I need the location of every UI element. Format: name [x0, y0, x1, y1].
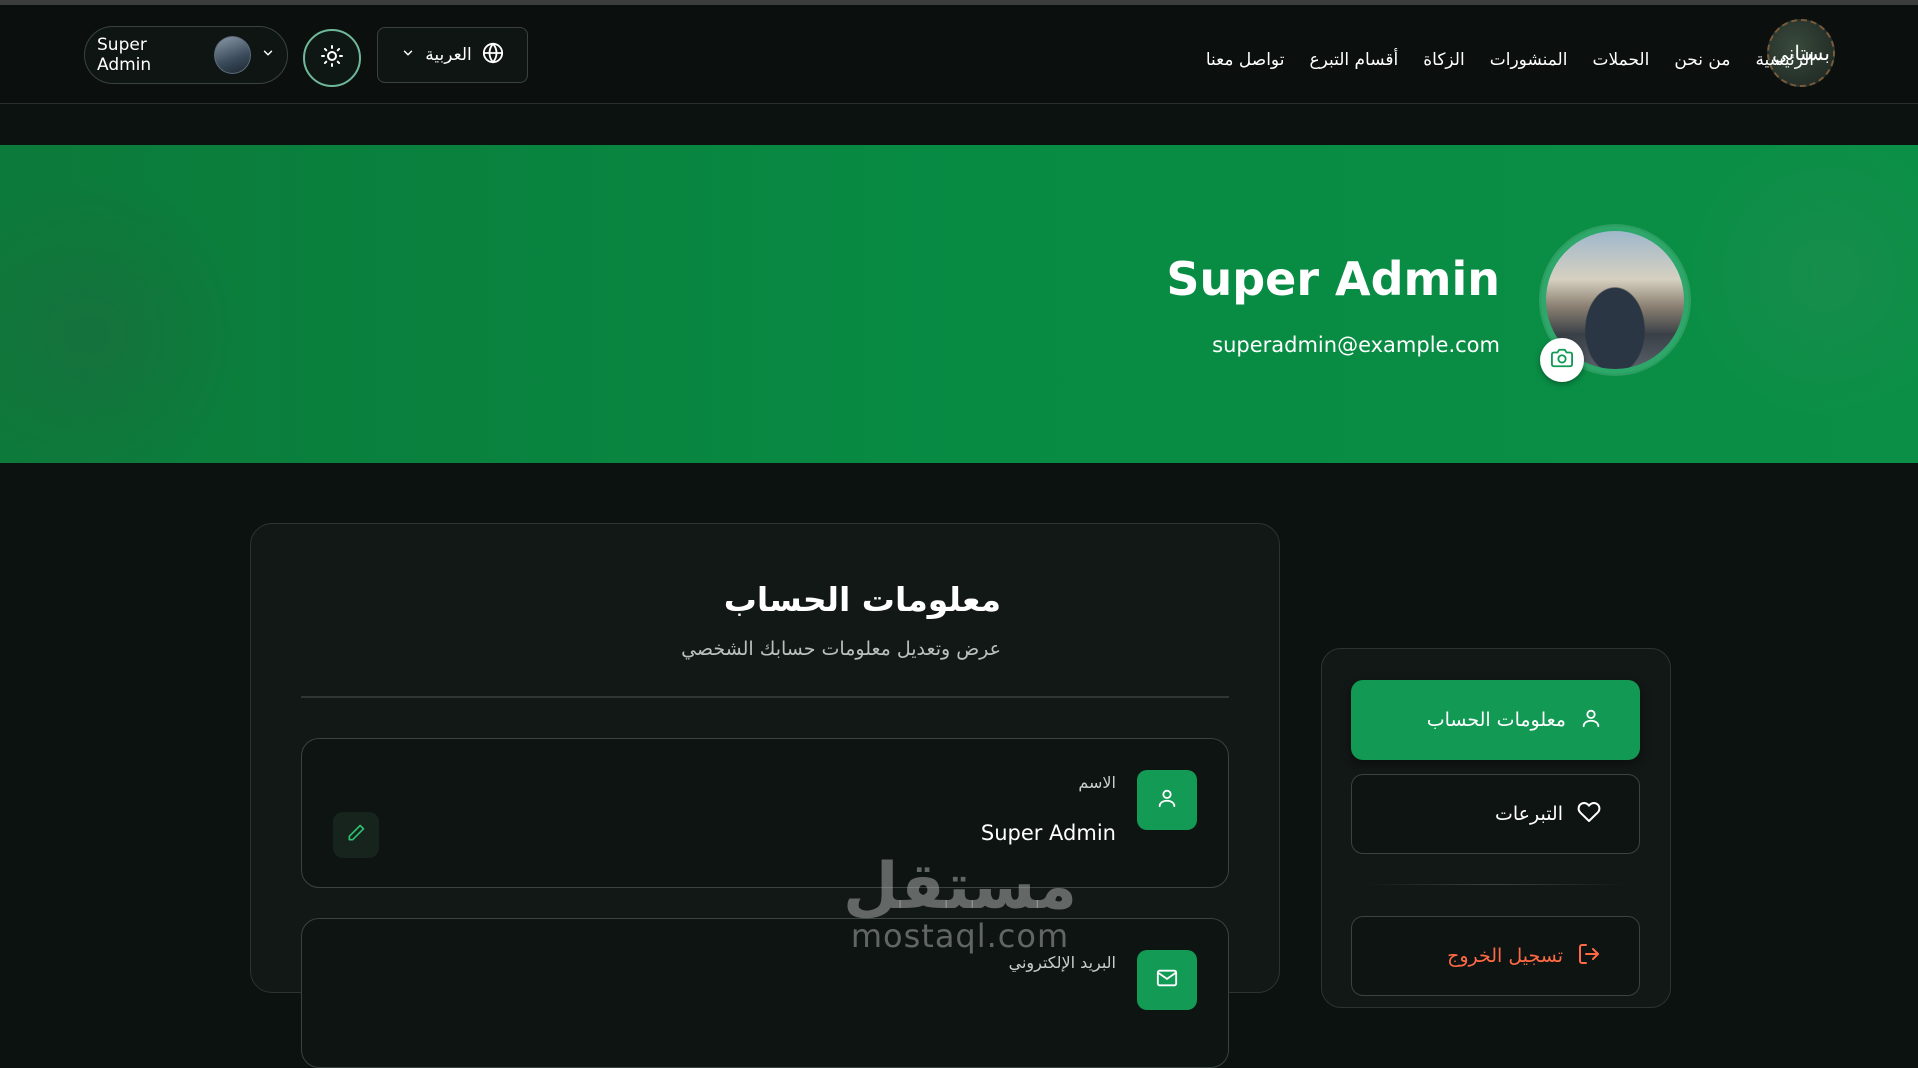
field-label: الاسم [1078, 773, 1116, 792]
user-icon [1580, 707, 1602, 734]
sidebar-item-label: التبرعات [1494, 803, 1563, 825]
avatar [213, 36, 251, 74]
main-nav: الرئيسية من نحن الحملات المنشورات الزكاة… [1206, 45, 1814, 75]
sidebar-item-label: معلومات الحساب [1426, 709, 1566, 731]
email-field-row: البريد الإلكتروني [301, 918, 1229, 1068]
user-name: Super Admin [97, 35, 152, 75]
language-selector[interactable]: العربية [377, 27, 528, 83]
language-label: العربية [425, 45, 472, 65]
sidebar-item-account-info[interactable]: معلومات الحساب [1351, 680, 1640, 760]
watermark-arabic: مستقل [842, 850, 1078, 924]
name-field-row: الاسم Super Admin [301, 738, 1229, 888]
chevron-down-icon [401, 45, 415, 65]
heart-icon [1577, 800, 1601, 829]
globe-icon [482, 41, 504, 69]
field-value: Super Admin [980, 821, 1116, 845]
sidebar-item-donations[interactable]: التبرعات [1351, 774, 1640, 854]
nav-link-zakat[interactable]: الزكاة [1423, 50, 1464, 70]
user-menu-button[interactable]: Super Admin [84, 26, 288, 84]
nav-link-about[interactable]: من نحن [1674, 50, 1730, 70]
page-title: معلومات الحساب [723, 580, 1001, 619]
divider [301, 696, 1229, 698]
user-icon [1156, 787, 1178, 813]
logout-icon [1577, 942, 1601, 971]
chevron-down-icon [261, 45, 275, 65]
logout-label: تسجيل الخروج [1447, 945, 1563, 967]
profile-name: Super Admin [1166, 252, 1500, 306]
sidebar-divider [1365, 884, 1627, 885]
pencil-icon [346, 823, 366, 847]
watermark: مستقل mostaql.com [840, 855, 1080, 953]
field-icon-box [1137, 770, 1197, 830]
logout-button[interactable]: تسجيل الخروج [1351, 916, 1640, 996]
watermark-latin: mostaql.com [850, 917, 1070, 955]
camera-icon [1551, 347, 1573, 373]
nav-link-campaigns[interactable]: الحملات [1592, 50, 1649, 70]
mail-icon [1156, 967, 1178, 993]
edit-name-button[interactable] [333, 812, 379, 858]
sun-icon [320, 44, 344, 72]
theme-toggle-button[interactable] [303, 29, 361, 87]
navbar: بستاني الرئيسية من نحن الحملات المنشورات… [0, 5, 1918, 104]
change-avatar-button[interactable] [1540, 338, 1584, 382]
profile-email: superadmin@example.com [1212, 333, 1500, 357]
field-icon-box [1137, 950, 1197, 1010]
nav-link-home[interactable]: الرئيسية [1755, 50, 1814, 70]
nav-link-posts[interactable]: المنشورات [1490, 50, 1568, 70]
page-subtitle: عرض وتعديل معلومات حسابك الشخصي [681, 638, 1001, 660]
nav-link-contact[interactable]: تواصل معنا [1206, 50, 1285, 70]
field-label: البريد الإلكتروني [1008, 953, 1116, 972]
nav-link-donation-sections[interactable]: أقسام التبرع [1309, 50, 1398, 70]
